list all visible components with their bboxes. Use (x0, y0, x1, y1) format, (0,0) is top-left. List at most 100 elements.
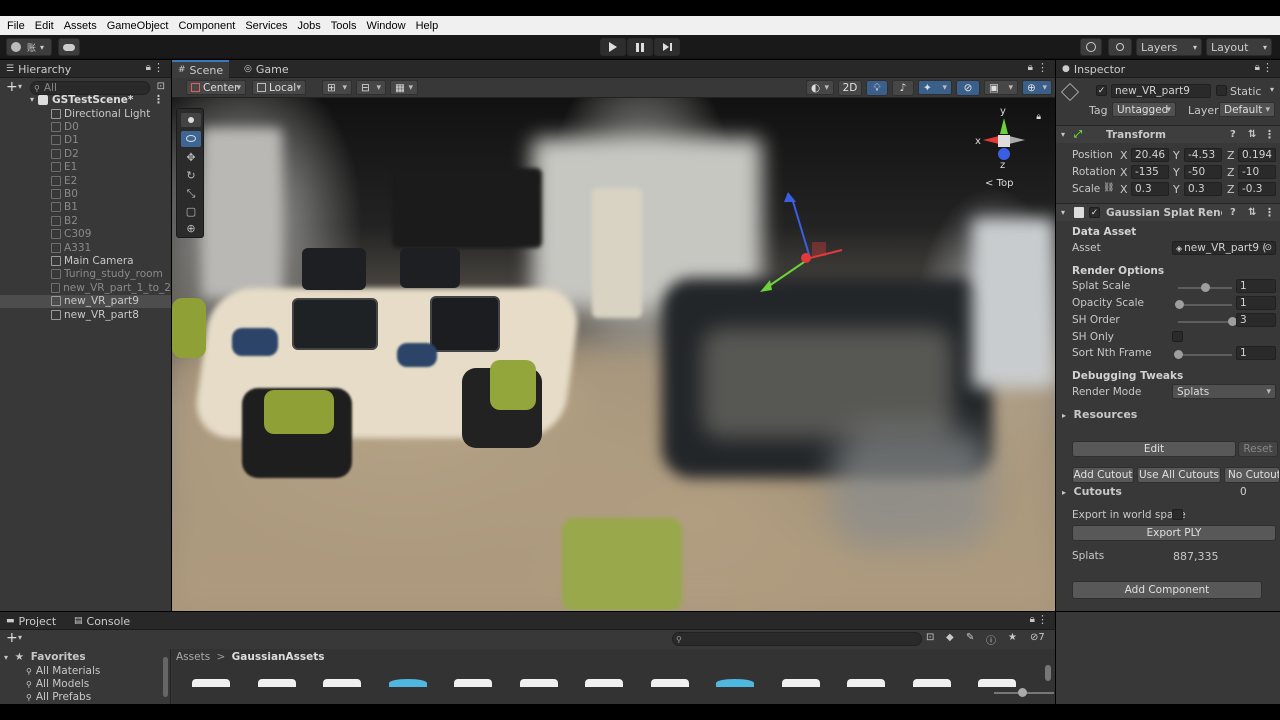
asset-grid-scrollbar[interactable] (1045, 665, 1051, 681)
sort-nth-frame-slider[interactable] (1178, 354, 1232, 356)
search-button[interactable] (1108, 38, 1132, 56)
position-y-field[interactable]: -4.53 (1184, 148, 1222, 162)
layout-dropdown[interactable]: Layout ▾ (1206, 38, 1272, 56)
chevron-down-icon[interactable]: ▾ (1270, 85, 1274, 94)
add-icon[interactable]: + (6, 630, 18, 646)
gizmos-dropdown[interactable]: ⊕ (1022, 80, 1052, 95)
hidden-objects-toggle[interactable]: ⊘ (956, 80, 980, 96)
sort-nth-frame-field[interactable]: 1 (1236, 346, 1276, 360)
project-search-input[interactable]: ⚲ (672, 632, 922, 646)
rotate-tool[interactable]: ↻ (181, 169, 201, 185)
breadcrumb-gaussianassets[interactable]: GaussianAssets (232, 651, 325, 663)
space-dropdown[interactable]: Local (252, 80, 306, 95)
asset-thumbnail[interactable] (192, 679, 230, 687)
tag-dropdown[interactable]: Untagged (1112, 102, 1176, 117)
object-picker-icon[interactable]: ⊙ (1264, 243, 1272, 253)
layer-dropdown[interactable]: Default (1219, 102, 1275, 117)
position-x-field[interactable]: 20.46 (1131, 148, 1169, 162)
menu-gameobject[interactable]: GameObject (102, 20, 174, 32)
play-button[interactable] (600, 38, 626, 56)
hierarchy-item[interactable]: E1 (0, 161, 171, 174)
asset-thumbnail[interactable] (781, 679, 820, 687)
tab-console[interactable]: ▤ Console (68, 612, 136, 630)
opacity-scale-slider-handle[interactable] (1175, 300, 1185, 309)
hierarchy-item[interactable]: new_VR_part_1_to_2 (0, 281, 171, 294)
favorite-item[interactable]: ⚲ All Prefabs (26, 691, 91, 703)
reset-button[interactable]: Reset (1238, 441, 1278, 457)
lock-icon[interactable]: 🔒︎ (1028, 62, 1033, 73)
hierarchy-item[interactable]: Directional Light (0, 107, 171, 120)
draw-mode-dropdown[interactable]: ◐ (806, 80, 834, 95)
splat-scale-slider-handle[interactable] (1201, 283, 1210, 292)
lighting-toggle[interactable]: 💡︎ (866, 80, 888, 96)
history-button[interactable] (1080, 38, 1102, 56)
export-world-space-checkbox[interactable] (1172, 509, 1183, 520)
menu-jobs[interactable]: Jobs (293, 20, 326, 32)
resources-foldout[interactable]: ▸ Resources (1062, 408, 1137, 421)
save-search-icon[interactable]: ✎ (966, 632, 974, 643)
more-options-icon[interactable]: ⋮ (153, 93, 164, 106)
asset-thumbnail[interactable] (912, 679, 951, 687)
static-checkbox[interactable] (1216, 85, 1227, 96)
edit-button[interactable]: Edit (1072, 441, 1236, 457)
menu-file[interactable]: File (2, 20, 30, 32)
pause-button[interactable] (627, 38, 653, 56)
toggle-2d-button[interactable]: 2D (838, 80, 862, 96)
help-icon[interactable]: ? (1230, 207, 1236, 218)
hierarchy-item[interactable]: new_VR_part9 (0, 294, 171, 308)
step-button[interactable] (654, 38, 680, 56)
asset-thumbnail[interactable] (847, 679, 885, 687)
search-filter-icon[interactable]: ⊡ (157, 81, 165, 92)
help-icon[interactable]: ? (1230, 129, 1236, 140)
sort-nth-frame-slider-handle[interactable] (1174, 350, 1183, 359)
scene-root[interactable]: ▾ GSTestScene* ⋮ (0, 93, 171, 106)
menu-component[interactable]: Component (173, 20, 240, 32)
grid-snap-dropdown[interactable]: ⊞ (322, 80, 352, 95)
rect-tool[interactable]: ▢ (181, 205, 201, 221)
menu-assets[interactable]: Assets (59, 20, 102, 32)
more-options-icon[interactable]: ⋮ (153, 61, 164, 74)
splat-scale-field[interactable]: 1 (1236, 279, 1276, 293)
favorite-item[interactable]: ⚲ All Materials (26, 665, 100, 677)
transform-header[interactable]: ▾ ⤢ Transform ? ⇅ ⋮ (1056, 125, 1280, 143)
hierarchy-item[interactable]: D0 (0, 120, 171, 133)
position-z-field[interactable]: 0.194 (1238, 148, 1276, 162)
add-component-button[interactable]: Add Component (1072, 581, 1262, 599)
splat-renderer-header[interactable]: ▾ ✓ Gaussian Splat Renderer ? ⇅ ⋮ (1056, 203, 1280, 221)
no-cutouts-button[interactable]: No Cutouts (1224, 467, 1280, 483)
hand-tool[interactable] (181, 131, 201, 147)
favorites-scrollbar[interactable] (163, 657, 168, 697)
package-icon[interactable]: ⓘ (986, 632, 996, 647)
menu-window[interactable]: Window (361, 20, 410, 32)
breadcrumb-assets[interactable]: Assets (176, 651, 210, 663)
tab-game[interactable]: ◎ Game (238, 60, 295, 78)
lock-icon[interactable]: 🔒︎ (1255, 62, 1260, 73)
asset-thumbnail[interactable] (978, 679, 1016, 687)
scale-y-field[interactable]: 0.3 (1184, 182, 1222, 196)
asset-thumbnail[interactable] (323, 679, 361, 687)
use-all-cutouts-button[interactable]: Use All Cutouts (1137, 467, 1221, 483)
tab-scene[interactable]: # Scene (172, 60, 230, 78)
asset-thumbnail[interactable] (257, 679, 296, 687)
camera-settings-dropdown[interactable]: ▣ (984, 80, 1018, 95)
layers-dropdown[interactable]: Layers ▾ (1136, 38, 1202, 56)
label-icon[interactable]: ◆ (946, 632, 954, 643)
favorite-item[interactable]: ⚲ All Models (26, 678, 89, 690)
hierarchy-item[interactable]: B0 (0, 187, 171, 200)
favorites-foldout[interactable]: ▾ ★ Favorites (4, 651, 86, 663)
star-icon[interactable]: ★ (1008, 632, 1017, 643)
add-cutout-button[interactable]: Add Cutout (1072, 467, 1134, 483)
more-options-icon[interactable]: ⋮ (1037, 61, 1048, 74)
move-tool[interactable]: ✥ (181, 151, 201, 167)
menu-help[interactable]: Help (411, 20, 444, 32)
asset-object-field[interactable]: ◈ new_VR_part9 ( ⊙ (1172, 241, 1276, 255)
tab-hierarchy[interactable]: ☰ Hierarchy (0, 60, 77, 78)
preset-icon[interactable]: ⇅ (1248, 129, 1256, 140)
menu-services[interactable]: Services (240, 20, 292, 32)
menu-edit[interactable]: Edit (30, 20, 59, 32)
view-gizmo[interactable]: y x z < Top (969, 106, 1039, 196)
search-by-type-icon[interactable]: ⊡ (926, 632, 934, 643)
scale-x-field[interactable]: 0.3 (1131, 182, 1169, 196)
grid-visibility-dropdown[interactable]: ▦ (390, 80, 418, 95)
more-options-icon[interactable]: ⋮ (1264, 206, 1275, 219)
